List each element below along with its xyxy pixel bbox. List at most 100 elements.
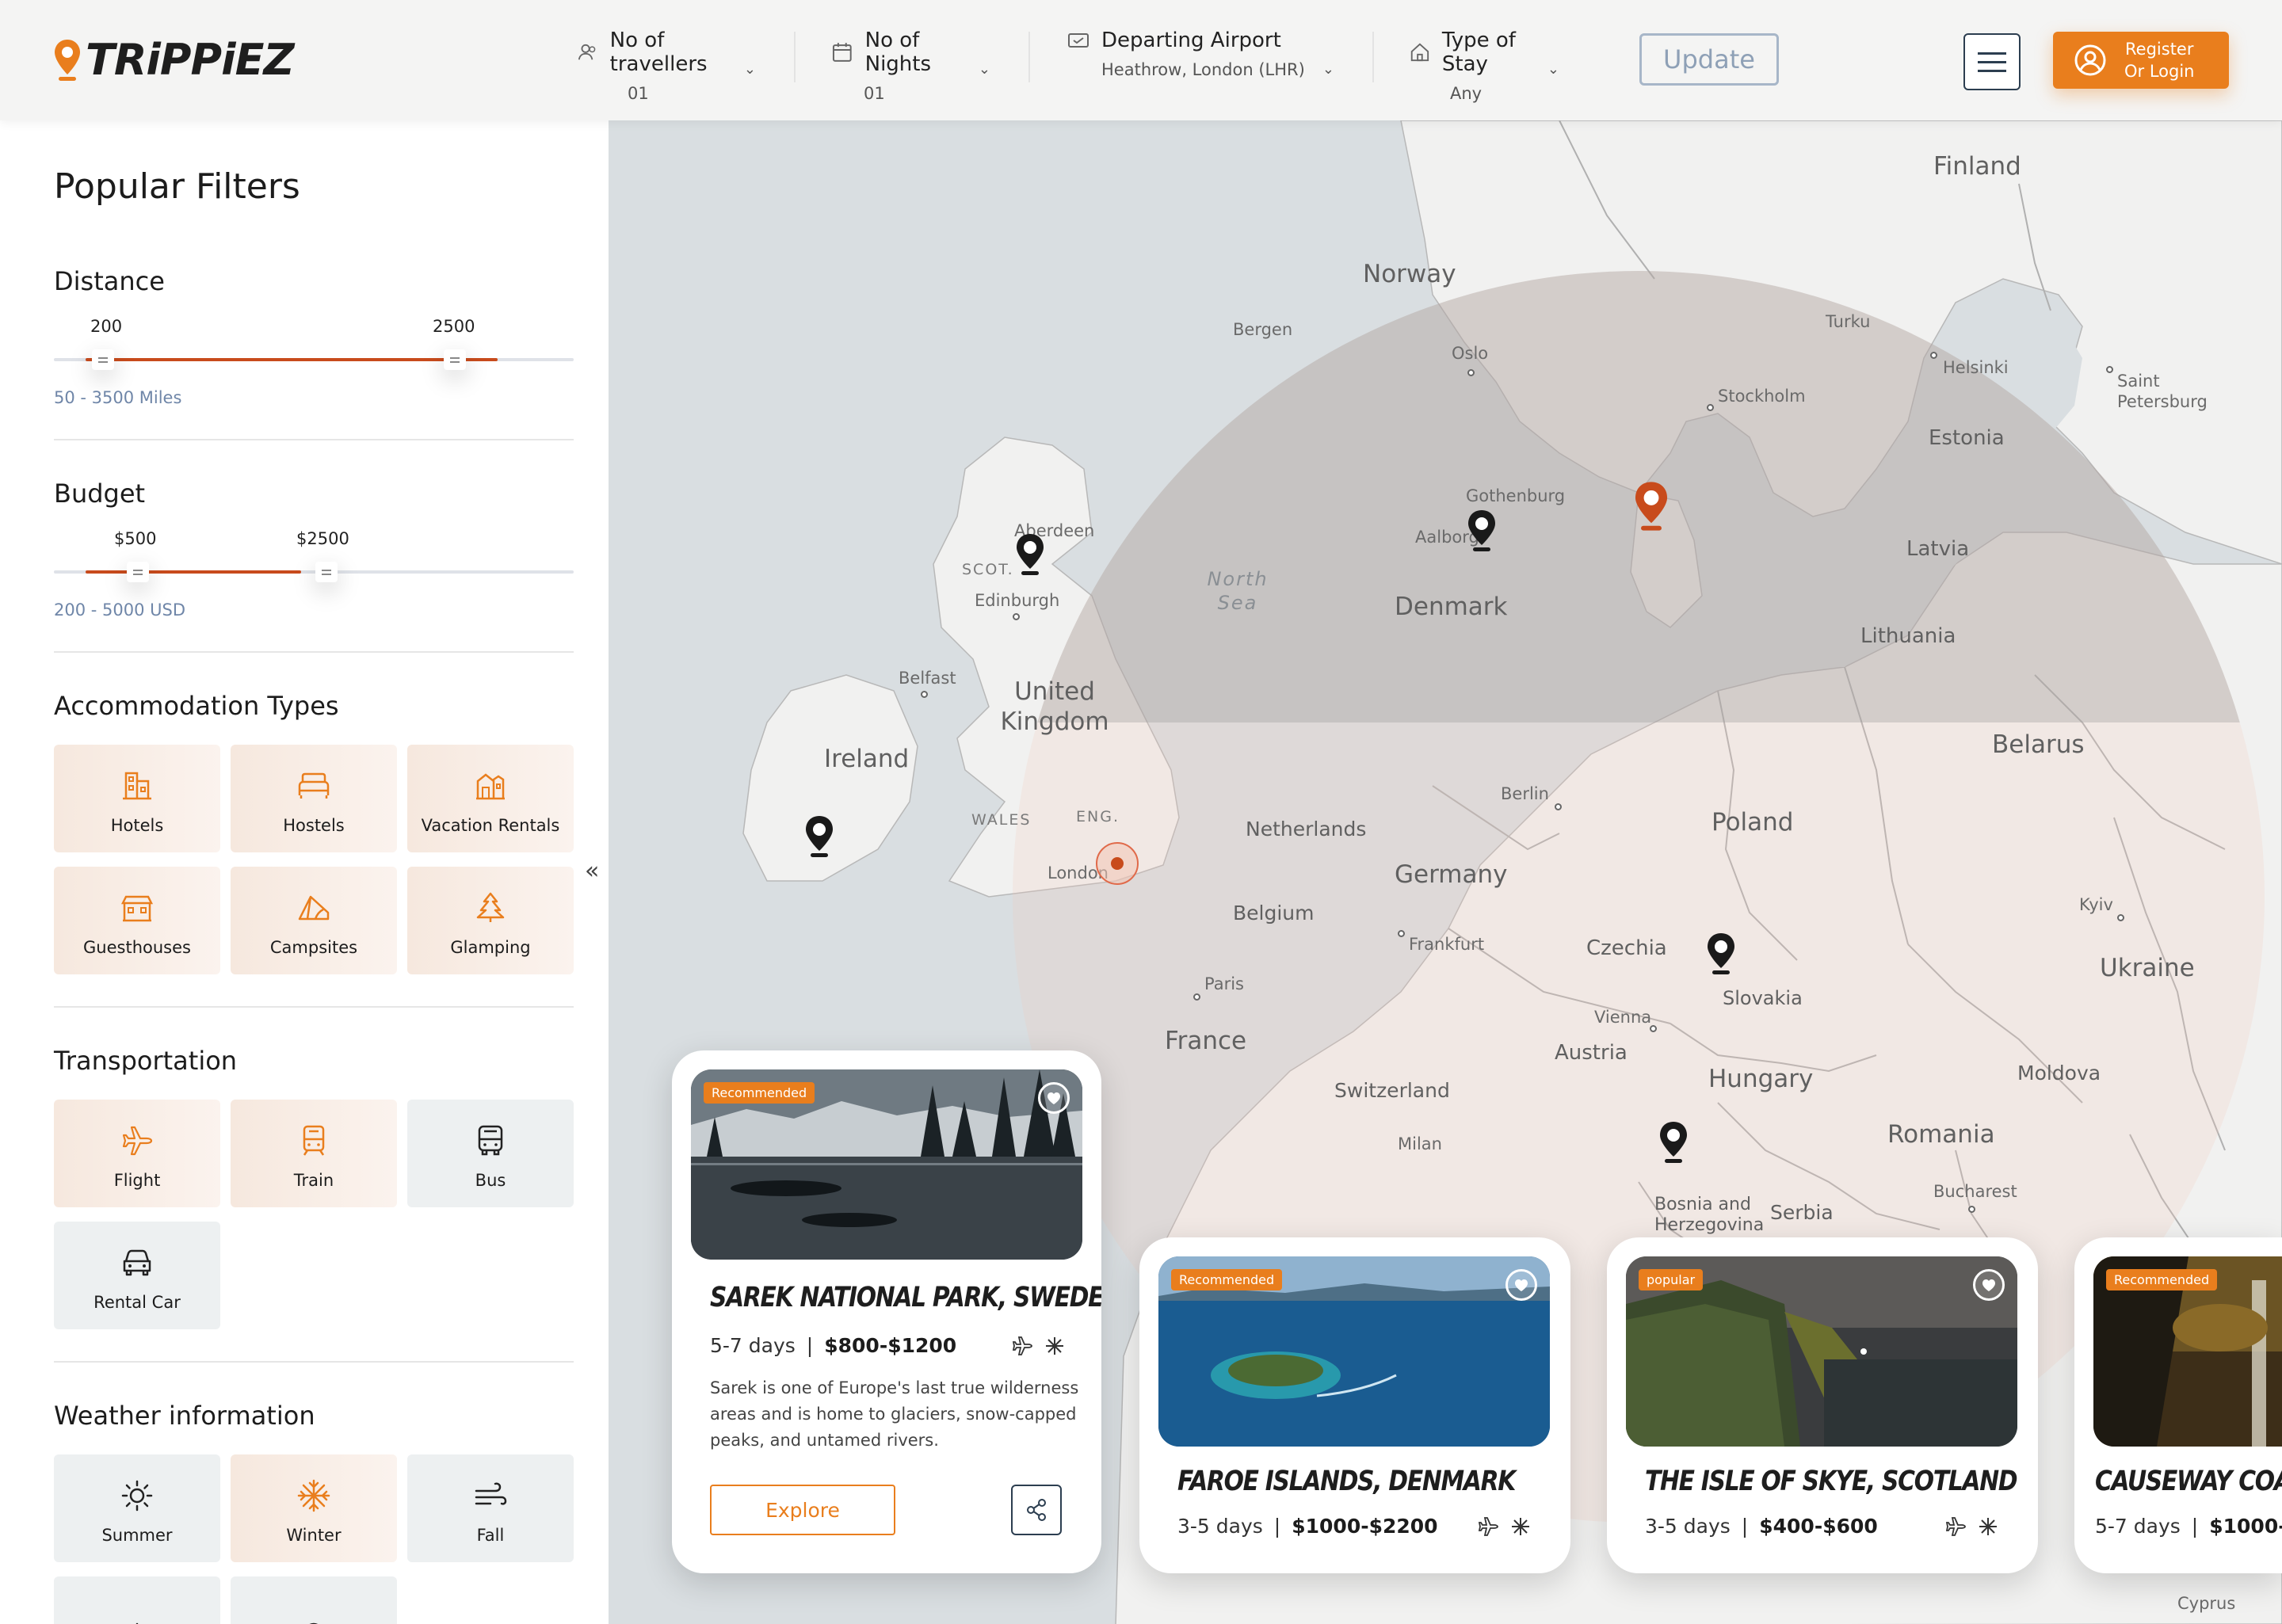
- destination-title: FAROE ISLANDS, DENMARK: [1177, 1466, 1516, 1497]
- trip-duration: 5-7 days: [710, 1334, 796, 1357]
- distance-min-value: 200: [90, 317, 123, 336]
- house-icon: [476, 773, 505, 800]
- airport-value: Heathrow, London (LHR): [1101, 60, 1305, 79]
- filter-weather-misty[interactable]: [54, 1576, 220, 1624]
- map-label-country: Romania: [1887, 1120, 1995, 1149]
- map-label-sea: North Sea: [1207, 568, 1269, 614]
- filter-bus[interactable]: Bus: [407, 1100, 574, 1207]
- budget-slider-fill: [86, 570, 301, 574]
- budget-max-handle[interactable]: [315, 562, 338, 582]
- filter-label: Hotels: [110, 816, 164, 835]
- budget-range-text: 200 - 5000 USD: [54, 600, 186, 619]
- city-dot: [1193, 993, 1200, 1001]
- map-pin-icon[interactable]: [1658, 1120, 1689, 1165]
- map-label-country: Netherlands: [1246, 818, 1367, 841]
- distance-min-handle[interactable]: [92, 349, 114, 370]
- filter-hotels[interactable]: Hotels: [54, 745, 220, 852]
- map-label-city: Vienna: [1594, 1008, 1652, 1027]
- nights-label: No of Nights: [864, 29, 932, 76]
- map-label-country: Austria: [1555, 1041, 1628, 1065]
- filter-vacation-rentals[interactable]: Vacation Rentals: [407, 745, 574, 852]
- map-pin-icon[interactable]: [803, 814, 835, 859]
- travellers-label: No of travellers: [609, 29, 708, 76]
- filter-guesthouses[interactable]: Guesthouses: [54, 867, 220, 974]
- destination-title: THE ISLE OF SKYE, SCOTLAND: [1645, 1466, 2018, 1497]
- map-pin-icon[interactable]: [1705, 932, 1737, 976]
- map-label-city: Edinburgh: [975, 591, 1060, 610]
- city-dot: [1968, 1206, 1975, 1213]
- destination-card[interactable]: popular THE ISLE OF SKYE, SCOTLAND 3-5 d…: [1607, 1237, 2038, 1573]
- train-icon: [303, 1125, 325, 1156]
- filter-hostels[interactable]: Hostels: [231, 745, 397, 852]
- destination-title: CAUSEWAY COAST: [2095, 1466, 2282, 1497]
- map-label-country: Hungary: [1708, 1065, 1814, 1093]
- filter-train[interactable]: Train: [231, 1100, 397, 1207]
- filter-weather-rainy[interactable]: [231, 1576, 397, 1624]
- favorite-heart-icon[interactable]: [1038, 1082, 1070, 1114]
- sidebar-title: Popular Filters: [54, 166, 300, 207]
- stay-label: Type of Stay: [1441, 29, 1516, 76]
- brand-logo[interactable]: TRiPPiEZ: [52, 35, 295, 85]
- filter-label: Fall: [476, 1526, 505, 1545]
- favorite-heart-icon[interactable]: [1973, 1269, 2005, 1301]
- filter-fall[interactable]: Fall: [407, 1454, 574, 1562]
- map-pin-icon[interactable]: [1014, 532, 1046, 577]
- collapse-sidebar-icon[interactable]: «: [585, 857, 609, 885]
- city-dot: [1650, 1025, 1657, 1032]
- transportation-heading: Transportation: [54, 1046, 238, 1076]
- map-label-city: Berlin: [1501, 784, 1549, 803]
- map-pin-selected-icon[interactable]: [1632, 480, 1670, 532]
- register-login-button[interactable]: Register Or Login: [2053, 32, 2229, 89]
- map-label-region: SCOT.: [962, 561, 1014, 578]
- destination-photo: Recommended: [691, 1069, 1082, 1260]
- map-label-region: WALES: [971, 811, 1032, 829]
- filter-label: Vacation Rentals: [421, 816, 560, 835]
- city-dot: [1930, 352, 1937, 359]
- filter-label: Hostels: [283, 816, 345, 835]
- trip-duration: 5-7 days: [2095, 1515, 2181, 1538]
- wind-icon: [475, 1482, 507, 1505]
- distance-max-handle[interactable]: [444, 349, 466, 370]
- plane-icon: [122, 1126, 153, 1156]
- explore-button[interactable]: Explore: [710, 1485, 895, 1535]
- distance-slider-fill: [86, 358, 498, 361]
- guesthouse-icon: [120, 895, 154, 922]
- airport-select[interactable]: Departing Airport Heathrow, London (LHR)…: [1067, 29, 1334, 92]
- filter-rental-car[interactable]: Rental Car: [54, 1222, 220, 1329]
- budget-min-handle[interactable]: [127, 562, 149, 582]
- destination-card[interactable]: Recommended CAUSEWAY COAST 5-7 days|$100…: [2074, 1237, 2282, 1573]
- nights-select[interactable]: No of Nights 01 ⌄: [830, 29, 990, 103]
- airport-label: Departing Airport: [1101, 29, 1281, 52]
- distance-range-text: 50 - 3500 Miles: [54, 388, 182, 407]
- filter-flight[interactable]: Flight: [54, 1100, 220, 1207]
- filter-campsites[interactable]: Campsites: [231, 867, 397, 974]
- stay-type-select[interactable]: Type of Stay Any ⌄: [1409, 29, 1559, 103]
- map-label-country: Switzerland: [1334, 1079, 1450, 1102]
- update-button[interactable]: Update: [1639, 33, 1779, 86]
- tent-icon: [298, 895, 330, 921]
- distance-max-value: 2500: [433, 317, 475, 336]
- share-button[interactable]: [1011, 1485, 1062, 1535]
- filter-winter[interactable]: Winter: [231, 1454, 397, 1562]
- travellers-select[interactable]: No of travellers 01 ⌄: [577, 29, 756, 103]
- destination-card[interactable]: Recommended FAROE ISLANDS, DENMARK 3-5 d…: [1139, 1237, 1570, 1573]
- destination-card-featured[interactable]: Recommended SAREK NATIONAL PARK, SWEDEN …: [672, 1050, 1101, 1573]
- recommended-badge: Recommended: [1171, 1269, 1283, 1290]
- map-label-country: Czechia: [1586, 936, 1667, 960]
- section-divider: [54, 1006, 574, 1008]
- share-icon: [1027, 1499, 1046, 1521]
- filter-summer[interactable]: Summer: [54, 1454, 220, 1562]
- filter-label: Summer: [101, 1526, 173, 1545]
- filter-glamping[interactable]: Glamping: [407, 867, 574, 974]
- tree-icon: [476, 892, 505, 922]
- distance-slider[interactable]: [54, 349, 574, 370]
- map-label-country: United Kingdom: [1000, 677, 1109, 736]
- hamburger-menu-button[interactable]: [1963, 33, 2021, 90]
- map-pin-icon[interactable]: [1466, 509, 1498, 553]
- map-label-city: Belfast: [899, 669, 956, 688]
- map-label-country: Belarus: [1992, 730, 2085, 759]
- snowflake-icon: [1512, 1518, 1529, 1535]
- home-location-marker: [1096, 842, 1139, 885]
- budget-slider[interactable]: [54, 562, 574, 582]
- favorite-heart-icon[interactable]: [1505, 1269, 1537, 1301]
